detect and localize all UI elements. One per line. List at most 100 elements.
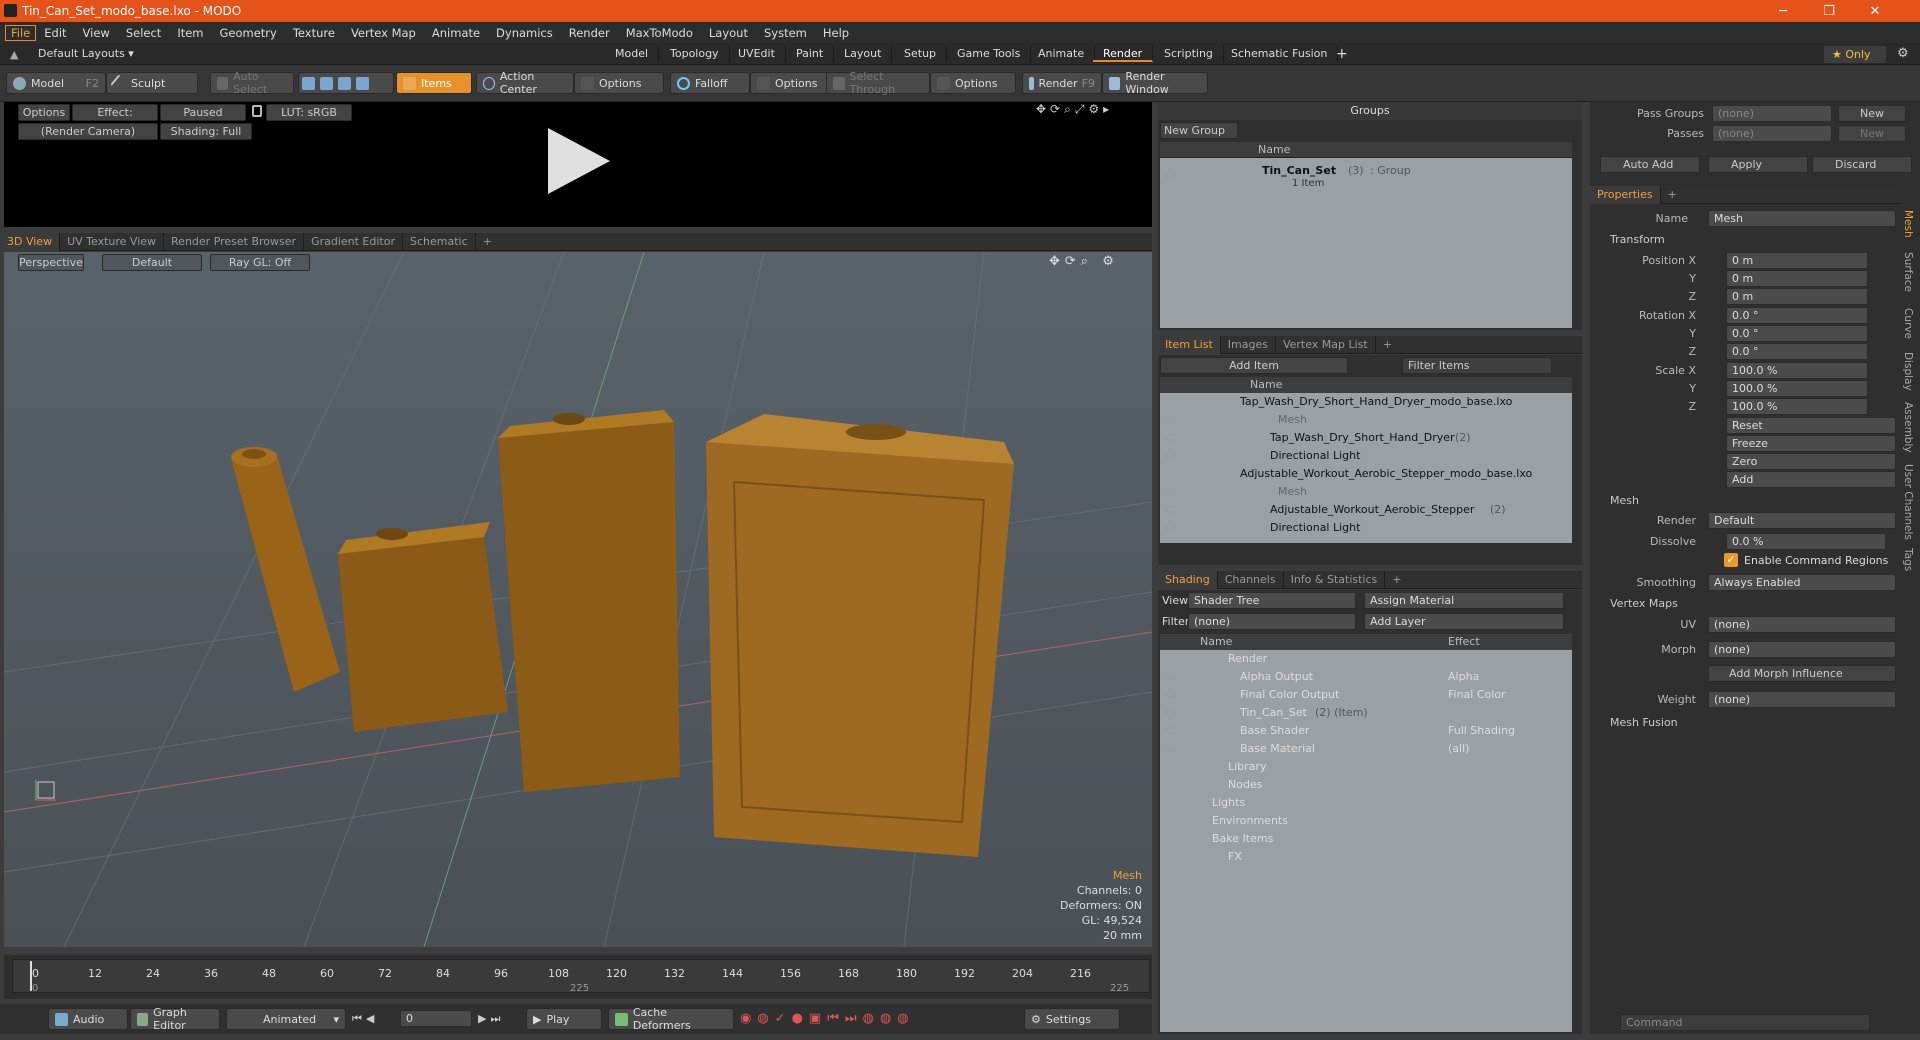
vtab-display[interactable]: Display xyxy=(1902,352,1914,391)
menu-help[interactable]: Help xyxy=(815,26,857,40)
tab-scripting[interactable]: Scripting xyxy=(1154,46,1224,62)
add-layer-dropdown[interactable]: Add Layer xyxy=(1364,613,1564,630)
item-name-input[interactable]: Mesh xyxy=(1708,210,1896,227)
tab-schematic[interactable]: Schematic xyxy=(403,232,476,251)
shading-style-dropdown[interactable]: Default xyxy=(102,254,202,271)
animated-dropdown[interactable]: Animated ▾ xyxy=(226,1008,346,1030)
eye-icon[interactable] xyxy=(1166,691,1176,698)
weight-dropdown[interactable]: (none) xyxy=(1708,691,1896,708)
eye-icon[interactable] xyxy=(1166,434,1176,441)
polygons-icon[interactable] xyxy=(338,76,351,90)
transport-forward-icons[interactable]: ▶⏭ xyxy=(478,1012,504,1026)
mesh-fusion-section[interactable]: Mesh Fusion xyxy=(1610,716,1678,729)
eye-icon[interactable] xyxy=(1166,727,1176,734)
freeze-dropdown[interactable]: Freeze xyxy=(1726,435,1896,452)
tab-paint[interactable]: Paint xyxy=(786,46,835,62)
falloff-button[interactable]: Falloff xyxy=(670,72,750,94)
rotation-x-input[interactable]: 0.0 ° xyxy=(1726,307,1868,324)
eye-icon[interactable] xyxy=(1166,745,1176,752)
discard-button[interactable]: Discard xyxy=(1812,156,1912,173)
shader-final-color-output[interactable]: Final Color Output xyxy=(1240,686,1339,704)
stepper-item[interactable]: Adjustable_Workout_Aerobic_Stepper xyxy=(1270,501,1474,519)
menu-geometry[interactable]: Geometry xyxy=(212,26,285,40)
eye-icon[interactable] xyxy=(1166,709,1176,716)
eye-icon[interactable] xyxy=(1166,452,1176,459)
tab-uv-texture-view[interactable]: UV Texture View xyxy=(60,232,165,251)
tab-vertex-map-list[interactable]: Vertex Map List xyxy=(1276,335,1376,354)
mesh-item[interactable]: Mesh xyxy=(1278,483,1307,501)
shader-tin-can-set[interactable]: Tin_Can_Set xyxy=(1240,704,1307,722)
tab-game-tools[interactable]: Game Tools xyxy=(947,46,1032,62)
viewport-nav-icons[interactable]: ✥⟳⌕ ⚙ xyxy=(1049,254,1119,269)
edges-icon[interactable] xyxy=(320,76,333,90)
eye-icon[interactable] xyxy=(1166,488,1176,495)
directional-light-item[interactable]: Directional Light xyxy=(1270,519,1360,537)
tab-channels[interactable]: Channels xyxy=(1218,570,1284,589)
action-center-options-button[interactable]: Options xyxy=(574,72,664,94)
menu-edit[interactable]: Edit xyxy=(36,26,74,40)
scale-x-input[interactable]: 100.0 % xyxy=(1726,362,1868,379)
apply-button[interactable]: Apply xyxy=(1708,156,1808,173)
position-x-input[interactable]: 0 m xyxy=(1726,252,1868,269)
menu-select[interactable]: Select xyxy=(118,26,169,40)
smoothing-dropdown[interactable]: Always Enabled xyxy=(1708,574,1896,591)
scene-file-1[interactable]: Tap_Wash_Dry_Short_Hand_Dryer_modo_base.… xyxy=(1240,393,1512,411)
menu-vertex-map[interactable]: Vertex Map xyxy=(343,26,424,40)
perspective-dropdown[interactable]: Perspective xyxy=(18,254,84,271)
directional-light-item[interactable]: Directional Light xyxy=(1270,447,1360,465)
auto-add-button[interactable]: Auto Add xyxy=(1600,156,1700,173)
command-input[interactable]: Command xyxy=(1620,1014,1870,1031)
falloff-options-button[interactable]: Options xyxy=(750,72,830,94)
tab-item-list[interactable]: Item List xyxy=(1158,335,1221,354)
vertex-maps-section[interactable]: Vertex Maps xyxy=(1610,597,1678,610)
key-record-icons[interactable]: ◉◍✓●▣⏮⏭◍◍◍ xyxy=(740,1011,915,1026)
select-through-button[interactable]: Select Through xyxy=(826,70,930,96)
reset-dropdown[interactable]: Reset xyxy=(1726,417,1896,434)
hand-dryer-item[interactable]: Tap_Wash_Dry_Short_Hand_Dryer xyxy=(1270,429,1455,447)
gear-icon[interactable]: ⚙ xyxy=(1897,46,1909,61)
tab-setup[interactable]: Setup xyxy=(894,46,948,62)
collapse-icon[interactable]: ▲ xyxy=(10,48,18,61)
morph-dropdown[interactable]: (none) xyxy=(1708,641,1896,658)
menu-item[interactable]: Item xyxy=(169,26,211,40)
play-button[interactable]: ▶ Play xyxy=(526,1008,602,1030)
menu-view[interactable]: View xyxy=(75,26,118,40)
render-button[interactable]: Render F9 xyxy=(1022,72,1102,94)
render-dropdown[interactable]: Default xyxy=(1708,512,1896,529)
menu-maxtomodo[interactable]: MaxToModo xyxy=(618,26,701,40)
shader-base-material[interactable]: Base Material xyxy=(1240,740,1315,758)
timeline[interactable]: 0 12 24 36 48 60 72 84 96 108 120 132 14… xyxy=(4,955,1152,999)
menu-animate[interactable]: Animate xyxy=(424,26,488,40)
graph-editor-button[interactable]: Graph Editor xyxy=(130,1006,220,1032)
select-through-options-button[interactable]: Options xyxy=(930,72,1016,94)
render-window-button[interactable]: Render Window xyxy=(1102,70,1208,96)
command-regions-checkbox[interactable]: ✓ xyxy=(1724,553,1738,567)
shader-library[interactable]: Library xyxy=(1228,758,1266,776)
paused-toggle[interactable]: Paused xyxy=(160,104,246,121)
tab-schematic-fusion[interactable]: Schematic Fusion xyxy=(1221,46,1339,62)
vtab-surface[interactable]: Surface xyxy=(1902,252,1914,292)
shader-fx[interactable]: FX xyxy=(1228,848,1242,866)
shader-nodes[interactable]: Nodes xyxy=(1228,776,1262,794)
tab-3d-view[interactable]: 3D View xyxy=(0,232,61,251)
shader-base-shader[interactable]: Base Shader xyxy=(1240,722,1309,740)
add-dropdown[interactable]: Add xyxy=(1726,471,1896,488)
lock-icon[interactable] xyxy=(252,105,262,117)
cache-deformers-button[interactable]: Cache Deformers xyxy=(608,1006,734,1032)
eye-icon[interactable] xyxy=(1166,172,1176,179)
dissolve-input[interactable]: 0.0 % xyxy=(1726,533,1886,550)
tab-uvedit[interactable]: UVEdit xyxy=(728,46,786,62)
frame-input[interactable]: 0 xyxy=(400,1010,472,1027)
tab-images[interactable]: Images xyxy=(1221,335,1276,354)
vtab-curve[interactable]: Curve xyxy=(1902,308,1914,339)
zero-dropdown[interactable]: Zero xyxy=(1726,453,1896,470)
settings-button[interactable]: ⚙ Settings xyxy=(1024,1008,1120,1030)
items-mode-button[interactable]: Items xyxy=(396,72,472,94)
tab-properties[interactable]: Properties xyxy=(1590,185,1661,204)
preview-nav-icons[interactable]: ✥⟳⌕⤢⚙▸ xyxy=(1036,102,1113,117)
action-center-button[interactable]: Action Center xyxy=(476,70,574,96)
only-toggle[interactable]: ★ Only xyxy=(1824,46,1886,63)
menu-file[interactable]: File xyxy=(5,24,37,41)
new-pass-group-button[interactable]: New xyxy=(1838,105,1906,122)
eye-icon[interactable] xyxy=(1166,673,1176,680)
